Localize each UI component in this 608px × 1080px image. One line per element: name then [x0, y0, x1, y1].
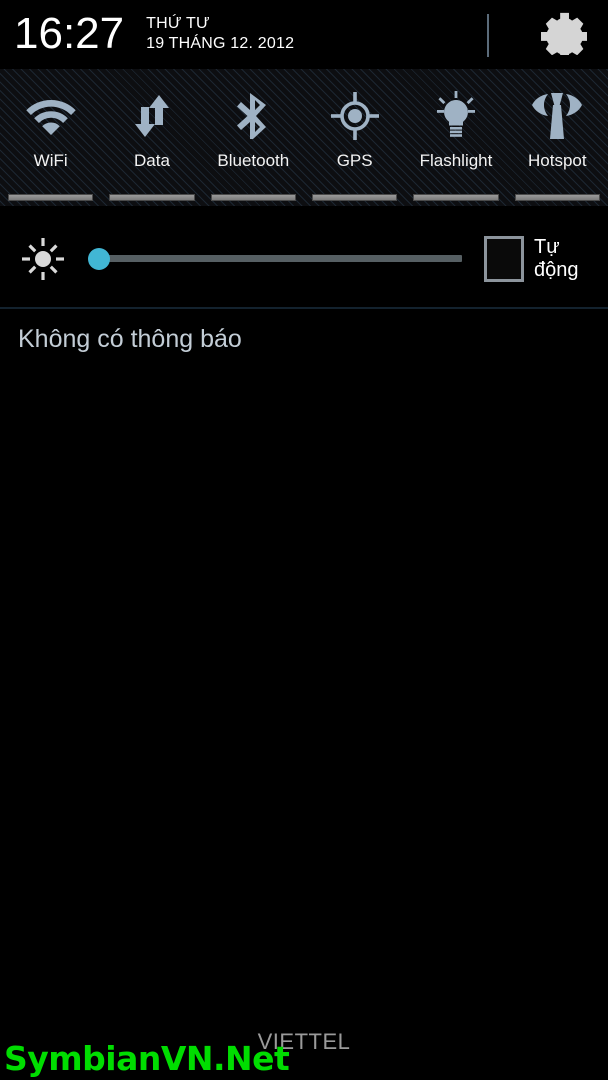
toggle-data[interactable]: Data	[101, 69, 202, 210]
toggle-label: Bluetooth	[217, 151, 290, 170]
date-label: 19 THÁNG 12. 2012	[146, 35, 295, 52]
toggle-indicator	[413, 194, 499, 201]
clock: 16:27	[14, 9, 125, 58]
flashlight-icon	[431, 85, 481, 147]
brightness-slider[interactable]	[86, 239, 472, 279]
auto-brightness-checkbox[interactable]	[484, 235, 524, 282]
gear-icon	[541, 9, 589, 60]
toggle-label: GPS	[336, 151, 373, 170]
quick-settings-strip: WiFi Data Bluetooth GPS Flashlight Hotsp…	[0, 68, 608, 210]
status-header: 16:27 THỨ TƯ 19 THÁNG 12. 2012	[0, 0, 608, 68]
hotspot-icon	[530, 85, 584, 147]
toggle-label: Data	[134, 151, 170, 170]
toggle-indicator	[210, 194, 296, 201]
toggle-label: Hotspot	[528, 151, 587, 170]
wifi-icon	[24, 85, 78, 147]
notification-shade: 16:27 THỨ TƯ 19 THÁNG 12. 2012 WiFi Data…	[0, 0, 608, 1080]
slider-thumb[interactable]	[88, 247, 110, 270]
toggle-gps[interactable]: GPS	[304, 69, 405, 210]
brightness-icon	[0, 237, 86, 280]
bluetooth-icon	[232, 85, 274, 147]
watermark: SymbianVN.Net	[4, 1039, 290, 1078]
data-icon	[127, 85, 177, 147]
empty-notifications-text: Không có thông báo	[18, 325, 242, 353]
toggle-label: WiFi	[33, 151, 68, 170]
toggle-indicator	[514, 194, 600, 201]
toggle-indicator	[8, 194, 94, 201]
toggle-indicator	[109, 194, 195, 201]
notification-list: Không có thông báo VIETTEL SymbianVN.Net	[0, 309, 608, 1080]
weekday-label: THỨ TƯ	[146, 15, 210, 32]
slider-track	[98, 255, 462, 262]
toggle-indicator	[311, 194, 398, 201]
brightness-row: Tự động	[0, 210, 608, 307]
date-block: THỨ TƯ 19 THÁNG 12. 2012	[146, 14, 294, 54]
toggle-flashlight[interactable]: Flashlight	[405, 69, 506, 210]
auto-brightness-label: Tự động	[534, 235, 579, 281]
toggle-wifi[interactable]: WiFi	[0, 69, 101, 210]
header-divider	[487, 14, 489, 57]
toggle-hotspot[interactable]: Hotspot	[507, 69, 608, 210]
toggle-bluetooth[interactable]: Bluetooth	[203, 69, 304, 210]
gps-icon	[330, 85, 380, 147]
toggle-label: Flashlight	[419, 151, 493, 170]
settings-button[interactable]	[530, 5, 598, 63]
